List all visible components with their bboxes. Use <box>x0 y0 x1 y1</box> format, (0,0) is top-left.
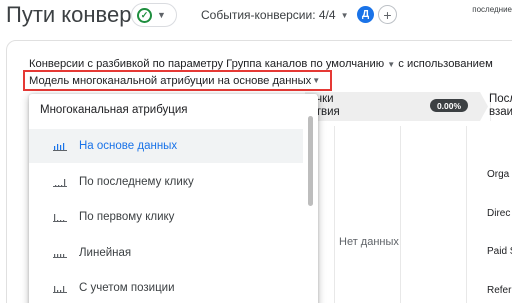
first-click-icon <box>53 214 67 222</box>
breakdown-suffix: с использованием <box>398 58 493 70</box>
data-driven-icon <box>53 143 67 151</box>
channel-label: Paid S <box>487 246 512 257</box>
column-divider <box>334 126 335 303</box>
column-arrow-separator <box>466 92 490 121</box>
menu-item-label: По первому клику <box>79 211 175 223</box>
channel-label: Refer <box>487 285 512 296</box>
conversion-events-label: События-конверсии: 4/4 <box>201 8 336 22</box>
status-chip[interactable]: ✓ ▼ <box>131 3 177 27</box>
column-header-last-interaction: Посл взаи <box>489 93 512 118</box>
last-updated-text: последние <box>472 5 512 14</box>
chevron-down-icon: ▼ <box>312 76 321 85</box>
attribution-model-label: Модель многоканальной атрибуции на основ… <box>29 74 312 87</box>
menu-item-label: Линейная <box>79 247 132 259</box>
breakdown-text: Конверсии с разбивкой по параметру Групп… <box>29 58 385 70</box>
channel-label: Orga <box>487 169 510 180</box>
chevron-down-icon: ▼ <box>340 10 349 20</box>
menu-item-label: По последнему клику <box>79 176 194 188</box>
menu-heading: Многоканальная атрибуция <box>40 104 188 116</box>
check-circle-icon: ✓ <box>137 7 152 23</box>
add-comparison-button[interactable]: + <box>378 5 397 24</box>
menu-item-first-click[interactable]: По первому клику <box>29 200 303 234</box>
breakdown-settings-line: Конверсии с разбивкой по параметру Групп… <box>29 58 493 70</box>
no-data-text: Нет данных <box>339 236 399 248</box>
chevron-down-icon: ▼ <box>157 10 166 20</box>
menu-item-linear[interactable]: Линейная <box>29 236 303 270</box>
menu-item-data-driven[interactable]: На основе данных <box>29 129 303 163</box>
conversion-events-dropdown[interactable]: События-конверсии: 4/4 ▼ <box>201 8 348 22</box>
menu-item-label: На основе данных <box>79 140 178 152</box>
linear-icon <box>53 254 67 258</box>
menu-item-label: С учетом позиции <box>79 282 175 294</box>
channel-label: Direc <box>487 208 511 219</box>
column-divider <box>400 126 401 303</box>
position-based-icon <box>53 286 67 293</box>
avatar[interactable]: Д <box>357 6 374 23</box>
menu-item-position-based[interactable]: С учетом позиции <box>29 271 303 303</box>
menu-scrollbar[interactable] <box>308 116 313 206</box>
last-click-icon <box>53 179 67 187</box>
menu-item-last-click[interactable]: По последнему клику <box>29 165 303 199</box>
chevron-down-icon[interactable]: ▼ <box>387 60 395 69</box>
percent-badge: 0.00% <box>430 99 468 112</box>
attribution-model-select[interactable]: Модель многоканальной атрибуции на основ… <box>23 70 332 91</box>
column-divider <box>466 126 467 303</box>
attribution-model-menu: Многоканальная атрибуция На основе данны… <box>29 94 318 303</box>
